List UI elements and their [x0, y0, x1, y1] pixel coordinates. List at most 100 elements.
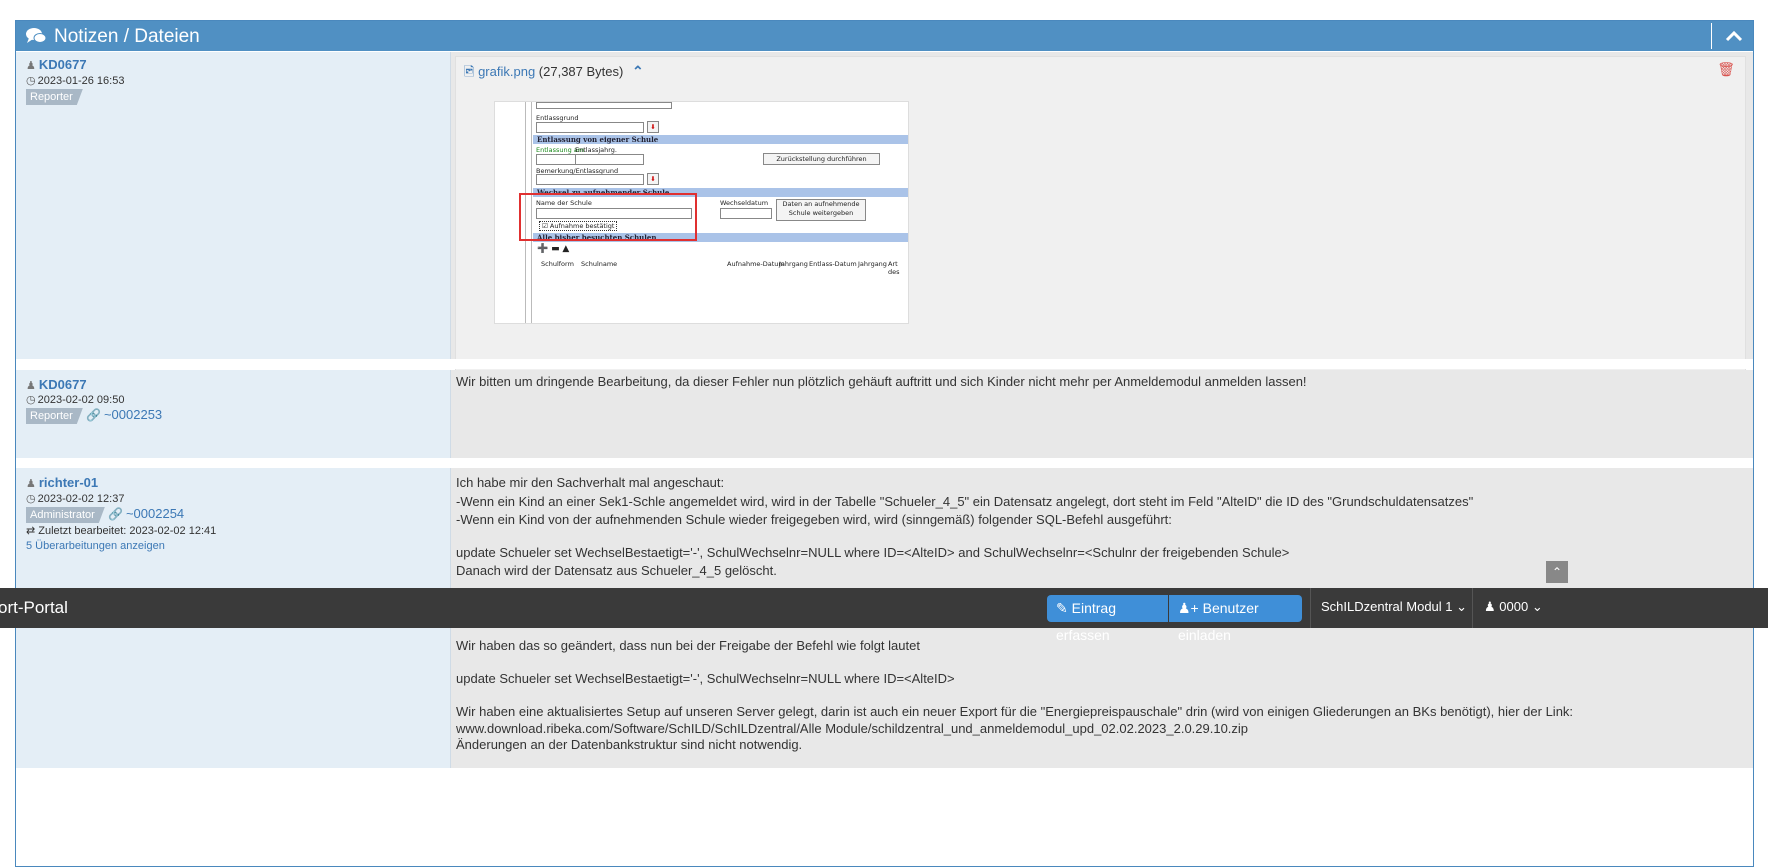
project-label: SchILDzentral Modul 1 — [1321, 599, 1453, 614]
panel-header: Notizen / Dateien — [16, 21, 1753, 51]
brand-title[interactable]: ort-Portal — [0, 598, 68, 618]
row-spacer — [16, 458, 1753, 468]
user-icon: ♟ — [26, 60, 36, 72]
column-header: Jahrgang — [858, 260, 887, 268]
text-line: Ich habe mir den Sachverhalt mal angesch… — [456, 475, 725, 490]
text-line — [456, 530, 1473, 544]
text-line: update Schueler set WechselBestaetigt='-… — [456, 544, 1290, 560]
column-header: Art des — [888, 260, 900, 276]
divider — [1472, 588, 1473, 628]
arrow-icon: ⬇ — [647, 121, 659, 133]
note-author[interactable]: ♟ KD0677 — [26, 57, 87, 72]
panel-title: Notizen / Dateien — [54, 26, 200, 47]
column-header: Aufnahme-Datum — [727, 260, 785, 268]
field — [575, 154, 644, 165]
field — [536, 122, 644, 133]
file-image-icon: 🖻 — [464, 64, 475, 79]
text-line: -Wenn ein Kind von der aufnehmenden Schu… — [456, 512, 1172, 527]
note-ref-link[interactable]: 🔗 ~0002253 — [86, 407, 162, 422]
note-meta: ♟ KD0677 ◷ 2023-01-26 16:53 Reporter — [16, 52, 451, 359]
note-meta: ♟ KD0677 ◷ 2023-02-02 09:50 Reporter 🔗 ~000… — [16, 370, 451, 458]
column-header: Jahrgang — [779, 260, 808, 268]
text-line: update Schueler set WechselBestaetigt='-… — [456, 671, 955, 686]
invite-user-button[interactable]: ♟+ Benutzer einladen — [1169, 595, 1302, 643]
field — [536, 174, 644, 185]
role-badge: Administrator — [26, 507, 105, 523]
clock-icon: ◷ — [26, 493, 36, 505]
edited-info: ⇄ Zuletzt bearbeitet: 2023-02-02 12:41 — [26, 524, 216, 537]
text-line: www.download.ribeka.com/Software/SchILD/… — [456, 720, 1249, 736]
label: Entlassgrund — [536, 114, 579, 122]
chevron-down-icon: ⌄ — [1456, 599, 1468, 614]
toolbar-icons: ➕ ▬ ▲ — [537, 244, 570, 254]
header-divider — [1711, 23, 1712, 49]
user-icon: ♟ — [26, 380, 36, 392]
author-link[interactable]: KD0677 — [39, 377, 87, 392]
note-date: ◷ 2023-02-02 12:37 — [26, 492, 124, 505]
note-author[interactable]: ♟ KD0677 — [26, 377, 87, 392]
author-link[interactable]: richter-01 — [39, 475, 98, 490]
role-badge: Reporter — [26, 408, 83, 424]
text-line — [456, 655, 1573, 672]
note-author[interactable]: ♟ richter-01 — [26, 475, 98, 490]
author-link[interactable]: KD0677 — [39, 57, 87, 72]
chevron-down-icon: ⌄ — [1531, 599, 1543, 614]
create-entry-button[interactable]: ✎ Eintrag erfassen — [1047, 595, 1168, 643]
ref-text[interactable]: ~0002253 — [104, 407, 162, 422]
divider — [1310, 588, 1311, 628]
user-icon: ♟ — [26, 478, 36, 490]
ref-text[interactable]: ~0002254 — [126, 506, 184, 521]
text-line: Danach wird der Datensatz aus Schueler_4… — [456, 563, 777, 578]
role-badge: Reporter — [26, 89, 83, 105]
refresh-icon: ⇄ — [26, 525, 36, 537]
text-line: Wir haben das so geändert, dass nun bei … — [456, 638, 920, 653]
clock-icon: ◷ — [26, 394, 36, 406]
chevron-up-icon[interactable]: ⌃ — [632, 63, 644, 80]
attachment-box: 🖻 grafik.png (27,387 Bytes) ⌃ 🗑 Entlassg… — [455, 56, 1746, 385]
field — [720, 208, 772, 219]
user-menu[interactable]: ♟ 0000 ⌄ — [1484, 599, 1543, 615]
file-size: (27,387 Bytes) — [538, 64, 624, 79]
note-content: Wir bitten um dringende Bearbeitung, da … — [451, 370, 1753, 458]
note-date: ◷ 2023-01-26 16:53 — [26, 74, 124, 87]
user-label: 0000 — [1499, 599, 1529, 614]
file-name[interactable]: grafik.png — [478, 64, 535, 79]
project-dropdown[interactable]: SchILDzentral Modul 1 ⌄ — [1321, 599, 1467, 615]
label: Wechseldatum — [720, 199, 769, 207]
edited-text: Zuletzt bearbeitet: 2023-02-02 12:41 — [38, 525, 217, 537]
date-text: 2023-02-02 12:37 — [37, 493, 125, 505]
text-line: Änderungen an der Datenbankstruktur sind… — [456, 737, 803, 752]
label: Entlassjahrg. — [575, 146, 617, 154]
edit-icon: ✎ — [1056, 600, 1068, 616]
note-content: 🖻 grafik.png (27,387 Bytes) ⌃ 🗑 Entlassg… — [451, 52, 1753, 385]
file-link[interactable]: 🖻 grafik.png (27,387 Bytes) — [464, 63, 623, 85]
note-text: Wir bitten um dringende Bearbeitung, da … — [456, 374, 1307, 389]
attachment-image[interactable]: Entlassgrund ⬇ Entlassung von eigener Sc… — [494, 101, 909, 324]
clock-icon: ◷ — [26, 75, 36, 87]
user-plus-icon: ♟+ — [1178, 600, 1199, 616]
comments-icon — [26, 28, 47, 43]
text-line: Wir haben eine aktualisiertes Setup auf … — [456, 704, 1574, 719]
text-line: -Wenn ein Kind an einer Sek1-Schle angem… — [456, 493, 1474, 509]
note-paragraph: Ich habe mir den Sachverhalt mal angesch… — [456, 474, 1473, 581]
user-icon: ♟ — [1484, 599, 1496, 614]
scroll-top-button[interactable]: ⌃ — [1546, 561, 1568, 583]
column-header: Schulform — [541, 260, 574, 268]
chevron-up-icon[interactable] — [1723, 25, 1745, 47]
top-navbar: ort-Portal ✎ Eintrag erfassen ♟+ Benutze… — [0, 588, 1768, 643]
note-paragraph: Wir haben das so geändert, dass nun bei … — [456, 638, 1573, 754]
button: Zurückstellung durchführen — [763, 153, 880, 165]
note-row: ♟ KD0677 ◷ 2023-02-02 09:50 Reporter 🔗 ~000… — [16, 370, 1753, 458]
date-text: 2023-02-02 09:50 — [37, 394, 125, 406]
row-spacer — [16, 359, 1753, 369]
field — [536, 102, 672, 109]
note-row: ♟ KD0677 ◷ 2023-01-26 16:53 Reporter 🖻 gra… — [16, 52, 1753, 385]
highlight-box — [519, 193, 697, 241]
section-bar: Entlassung von eigener Schule — [533, 135, 908, 144]
column-header: Entlass-Datum — [809, 260, 857, 268]
note-ref-link[interactable]: 🔗 ~0002254 — [108, 506, 184, 521]
trash-icon[interactable]: 🗑 — [1717, 61, 1735, 78]
revisions-link[interactable]: 5 Überarbeitungen anzeigen — [26, 540, 165, 552]
note-date: ◷ 2023-02-02 09:50 — [26, 393, 124, 406]
link-icon: 🔗 — [86, 408, 101, 422]
